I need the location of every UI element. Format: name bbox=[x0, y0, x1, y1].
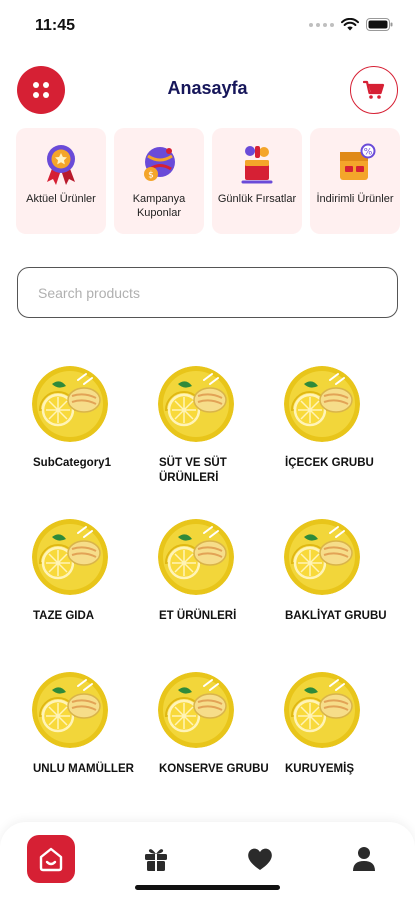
coupon-globe-icon: $ bbox=[137, 142, 181, 186]
category-label: UNLU MAMÜLLER bbox=[33, 763, 134, 775]
category-item[interactable]: TAZE GIDA bbox=[20, 515, 146, 668]
category-image bbox=[32, 672, 108, 748]
category-item[interactable]: BAKLİYAT GRUBU bbox=[272, 515, 398, 668]
tile-label: Kampanya Kuponlar bbox=[132, 193, 186, 219]
tile-aktuel-urunler[interactable]: Aktüel Ürünler bbox=[16, 128, 106, 234]
home-icon bbox=[39, 847, 63, 872]
category-image bbox=[158, 519, 234, 595]
category-image bbox=[158, 672, 234, 748]
category-label: SÜT VE SÜT ÜRÜNLERİ bbox=[159, 457, 227, 484]
header: Anasayfa bbox=[0, 64, 415, 116]
category-image bbox=[284, 672, 360, 748]
category-grid: SubCategory1 SÜT VE SÜT ÜRÜNLERİ İÇECEK … bbox=[20, 362, 400, 821]
search-box[interactable] bbox=[17, 267, 398, 318]
heart-icon bbox=[248, 848, 272, 870]
status-bar: 11:45 bbox=[0, 0, 415, 52]
nav-profile[interactable] bbox=[339, 834, 389, 884]
wifi-icon bbox=[341, 18, 359, 31]
nav-favorites[interactable] bbox=[235, 834, 285, 884]
category-item[interactable]: KONSERVE GRUBU bbox=[146, 668, 272, 821]
tile-indirimli-urunler[interactable]: % İndirimli Ürünler bbox=[310, 128, 400, 234]
category-item[interactable]: UNLU MAMÜLLER bbox=[20, 668, 146, 821]
status-icons bbox=[309, 18, 393, 31]
category-label: BAKLİYAT GRUBU bbox=[285, 610, 387, 622]
home-indicator bbox=[135, 885, 280, 890]
category-label: KONSERVE GRUBU bbox=[159, 763, 269, 775]
nav-home[interactable] bbox=[27, 835, 75, 883]
category-item[interactable]: İÇECEK GRUBU bbox=[272, 362, 398, 515]
search-input[interactable] bbox=[38, 284, 377, 301]
daily-deals-icon bbox=[235, 142, 279, 186]
category-label: SubCategory1 bbox=[33, 457, 111, 469]
tile-kampanya-kuponlar[interactable]: $ Kampanya Kuponlar bbox=[114, 128, 204, 234]
cart-button[interactable] bbox=[350, 66, 398, 114]
category-item[interactable]: KURUYEMİŞ bbox=[272, 668, 398, 821]
category-label: KURUYEMİŞ bbox=[285, 763, 355, 775]
category-item[interactable]: SubCategory1 bbox=[20, 362, 146, 515]
category-item[interactable]: ET ÜRÜNLERİ bbox=[146, 515, 272, 668]
status-time: 11:45 bbox=[35, 17, 76, 34]
category-image bbox=[158, 366, 234, 442]
battery-icon bbox=[366, 18, 393, 31]
nav-gifts[interactable] bbox=[131, 834, 181, 884]
tile-label: Aktüel Ürünler bbox=[26, 193, 96, 205]
tile-label: Günlük Fırsatlar bbox=[217, 193, 297, 205]
svg-text:%: % bbox=[364, 148, 373, 158]
category-label: ET ÜRÜNLERİ bbox=[159, 610, 237, 622]
svg-text:$: $ bbox=[148, 171, 154, 181]
discount-box-icon: % bbox=[333, 142, 377, 186]
gift-icon bbox=[145, 849, 167, 871]
cart-icon bbox=[363, 80, 385, 99]
quick-category-tiles: Aktüel Ürünler $ Kampanya Kuponlar Günlü… bbox=[16, 128, 400, 234]
award-ribbon-icon bbox=[39, 142, 83, 186]
category-image bbox=[284, 519, 360, 595]
category-label: TAZE GIDA bbox=[33, 610, 95, 622]
category-image bbox=[284, 366, 360, 442]
tile-gunluk-firsatlar[interactable]: Günlük Fırsatlar bbox=[212, 128, 302, 234]
signal-icon bbox=[309, 22, 334, 27]
category-label: İÇECEK GRUBU bbox=[285, 457, 374, 469]
category-image bbox=[32, 519, 108, 595]
category-item[interactable]: SÜT VE SÜT ÜRÜNLERİ bbox=[146, 362, 272, 515]
tile-label: İndirimli Ürünler bbox=[316, 193, 394, 205]
user-icon bbox=[353, 847, 375, 871]
category-image bbox=[32, 366, 108, 442]
